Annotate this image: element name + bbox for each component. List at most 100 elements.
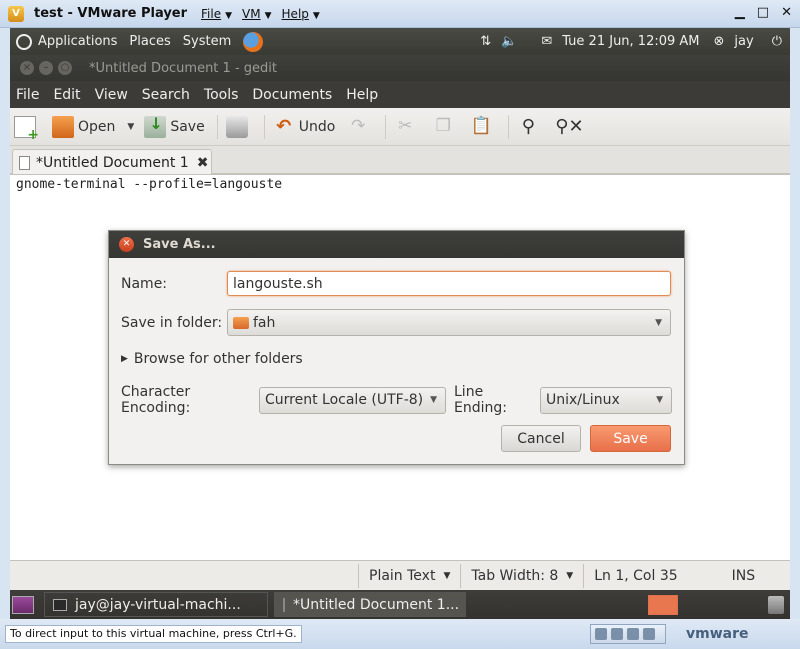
chevron-down-icon: ▼ [430,395,437,405]
tab-untitled-document[interactable]: *Untitled Document 1 ✖ [12,149,212,175]
maximize-window-icon[interactable]: ○ [58,61,72,75]
menu-documents[interactable]: Documents [252,87,332,103]
menu-search[interactable]: Search [142,87,190,103]
browse-folders-expander[interactable]: ▶ Browse for other folders [121,351,303,367]
copy-button[interactable]: ❐ [432,116,458,138]
encoding-combo[interactable]: Current Locale (UTF-8) ▼ [259,386,446,414]
text-editor-icon [283,597,285,612]
power-icon[interactable]: ⏻ [772,34,782,49]
device-icons [590,624,666,644]
language-selector[interactable]: Plain Text ▼ [358,563,460,588]
copy-icon: ❐ [435,115,451,136]
encoding-value: Current Locale (UTF-8) [265,392,424,408]
clock[interactable]: Tue 21 Jun, 12:09 AM [562,34,699,49]
ubuntu-top-panel: Applications Places System ⇅ 🔈 ✉ Tue 21 … [10,28,790,55]
network-icon[interactable]: ⇅ [480,34,491,49]
task-gedit[interactable]: *Untitled Document 1... [274,592,466,617]
document-icon [19,155,30,170]
encoding-label: Character Encoding: [121,384,191,416]
panel-menu-applications[interactable]: Applications [38,34,117,49]
dialog-titlebar: ✕ Save As... [109,231,684,258]
trash-icon[interactable] [768,595,784,614]
vmware-menu-file[interactable]: File ▼ [201,7,232,21]
dialog-close-icon[interactable]: ✕ [119,237,134,252]
open-dropdown-icon[interactable]: ▼ [127,122,134,132]
vmware-titlebar: V test - VMware Player File ▼ VM ▼ Help ▼ ▁… [0,0,800,28]
name-row: Name: langouste.sh [121,271,671,296]
minimize-window-icon[interactable]: – [39,61,53,75]
firefox-icon[interactable] [243,31,264,52]
chevron-down-icon: ▼ [656,395,663,405]
vmware-menu-help[interactable]: Help ▼ [282,7,320,21]
paste-icon: 📋 [470,115,492,136]
workspace-switcher[interactable] [648,594,678,615]
open-folder-icon [52,115,74,138]
undo-icon: ↶ [276,115,292,137]
network-adapter-icon[interactable] [595,628,607,640]
gedit-titlebar: × – ○ *Untitled Document 1 - gedit [10,55,790,81]
toolbar-separator [508,114,510,139]
expander-arrow-icon: ▶ [121,354,128,364]
vmware-logo-icon: V [8,5,24,22]
panel-menu-system[interactable]: System [183,34,231,49]
volume-icon[interactable]: 🔈 [501,34,517,49]
open-label: Open [78,118,116,135]
toolbar-separator [263,114,265,139]
print-button[interactable] [225,115,252,138]
redo-button[interactable]: ↷ [347,116,373,138]
undo-button[interactable]: ↶ Undo [273,115,335,138]
vmware-brand-logo: vmware [686,626,749,642]
open-button[interactable]: Open [52,115,116,138]
panel-menu-places[interactable]: Places [129,34,170,49]
gedit-toolbar: Open ▼ Save ↶ Undo ↷ ✂ ❐ 📋 ⚲ ⚲✕ [10,108,790,146]
cancel-button[interactable]: Cancel [501,425,581,452]
tab-close-icon[interactable]: ✖ [197,155,209,171]
show-desktop-icon[interactable] [12,595,34,614]
chevron-down-icon: ▼ [655,317,662,328]
replace-button[interactable]: ⚲✕ [555,115,584,138]
gedit-window-title: *Untitled Document 1 - gedit [89,60,277,76]
new-button[interactable] [14,115,40,143]
cut-button[interactable]: ✂ [394,116,420,138]
close-window-icon[interactable]: × [20,61,34,75]
menu-edit[interactable]: Edit [53,87,80,103]
floppy-icon[interactable] [611,628,623,640]
sound-icon[interactable] [643,628,655,640]
minimize-button[interactable]: ▁ [735,5,745,20]
input-hint: To direct input to this virtual machine,… [5,625,302,643]
find-button[interactable]: ⚲ [517,116,543,138]
maximize-button[interactable]: □ [757,5,769,20]
save-label: Save [170,118,205,135]
save-icon [144,114,167,138]
name-label: Name: [121,275,168,292]
vmware-statusbar: To direct input to this virtual machine,… [0,619,800,649]
menu-view[interactable]: View [95,87,128,103]
user-name[interactable]: jay [734,34,753,49]
filename-input[interactable]: langouste.sh [227,271,671,296]
terminal-icon [53,598,67,611]
folder-row: Save in folder: fah ▼ [121,309,671,336]
vmware-menu-vm[interactable]: VM ▼ [242,7,271,21]
paste-button[interactable]: 📋 [470,116,496,138]
folder-icon [233,316,249,329]
task-terminal-label: jay@jay-virtual-machi... [75,596,241,613]
save-button[interactable]: Save [144,114,205,138]
folder-value: fah [253,314,276,331]
user-status-icon[interactable]: ⊗ [714,34,725,49]
save-dialog-button[interactable]: Save [590,425,671,452]
menu-tools[interactable]: Tools [204,87,239,103]
mail-icon[interactable]: ✉ [541,34,552,49]
ubuntu-logo-icon[interactable] [16,33,32,50]
task-terminal[interactable]: jay@jay-virtual-machi... [44,592,268,617]
save-folder-combo[interactable]: fah ▼ [227,309,671,336]
menu-file[interactable]: File [16,87,39,103]
cdrom-icon[interactable] [627,628,639,640]
search-icon: ⚲ [521,115,535,137]
menu-help[interactable]: Help [346,87,378,103]
line-ending-combo[interactable]: Unix/Linux ▼ [540,386,672,414]
toolbar-separator [216,114,218,139]
search-replace-icon: ⚲✕ [555,115,584,137]
tab-width-selector[interactable]: Tab Width: 8 ▼ [460,563,583,588]
save-as-dialog: ✕ Save As... Name: langouste.sh Save in … [108,230,685,465]
close-button[interactable]: ✕ [781,5,792,20]
